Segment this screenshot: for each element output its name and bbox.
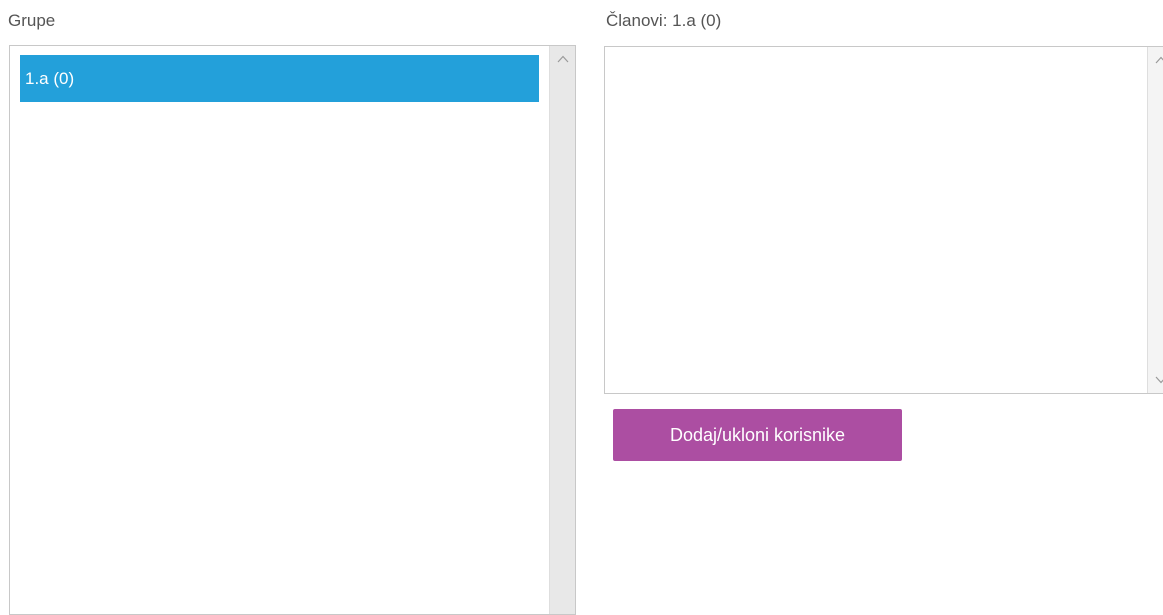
chevron-down-icon bbox=[1155, 376, 1163, 384]
groups-listbox[interactable]: 1.a (0) bbox=[9, 45, 576, 615]
chevron-up-icon bbox=[557, 55, 569, 63]
members-scroll-down-arrow[interactable] bbox=[1148, 371, 1163, 389]
members-scrollbar[interactable] bbox=[1147, 47, 1163, 393]
groups-scrollbar[interactable] bbox=[549, 46, 575, 614]
members-label: Članovi: 1.a (0) bbox=[606, 11, 721, 31]
groups-scroll-up-arrow[interactable] bbox=[550, 50, 575, 68]
chevron-up-icon bbox=[1155, 56, 1163, 64]
members-scroll-up-arrow[interactable] bbox=[1148, 51, 1163, 69]
members-listbox[interactable] bbox=[604, 46, 1163, 394]
add-remove-users-button[interactable]: Dodaj/ukloni korisnike bbox=[613, 409, 902, 461]
groups-label: Grupe bbox=[8, 11, 55, 31]
group-option-1a[interactable]: 1.a (0) bbox=[20, 55, 539, 102]
